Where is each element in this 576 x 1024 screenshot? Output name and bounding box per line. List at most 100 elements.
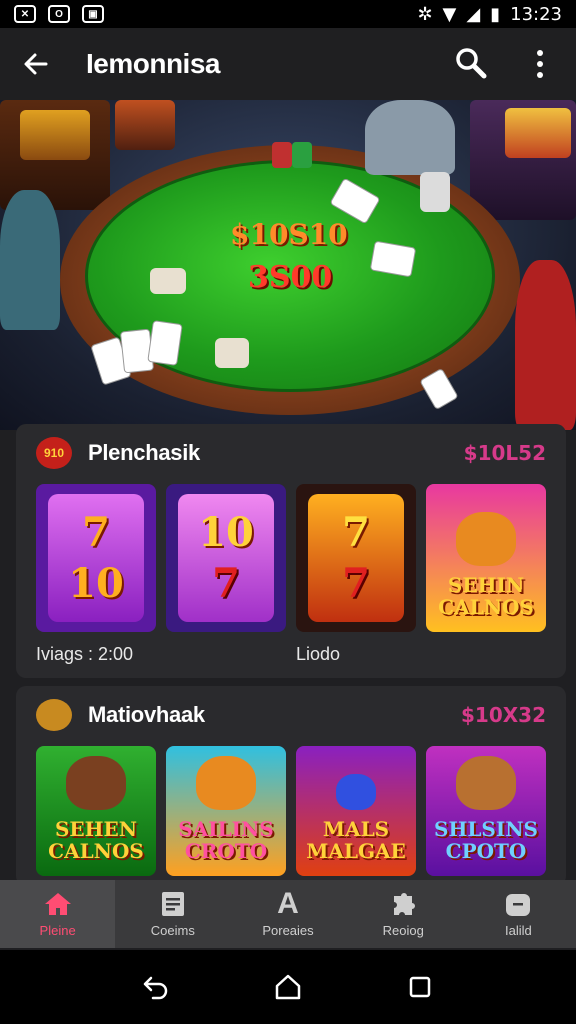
game-section-2: Matiovhaak $10X32 SEHEN CALNOS SAILINS C… xyxy=(16,686,566,886)
reel-symbol: 10 xyxy=(68,560,124,607)
tag-icon xyxy=(503,891,533,917)
game-tiles-row: SEHEN CALNOS SAILINS CROTO MALS MALGAE S… xyxy=(36,746,546,876)
game-label: SEHIN xyxy=(447,573,525,597)
search-icon[interactable] xyxy=(452,44,492,84)
letter-a-icon: A xyxy=(277,886,299,920)
page-title: Iemonnisa xyxy=(86,48,220,79)
nav-item-tag[interactable]: Ialild xyxy=(461,880,576,948)
nav-item-promos[interactable]: A Poreaies xyxy=(230,880,345,948)
reel-symbol: 10 xyxy=(198,509,254,556)
chip-stack xyxy=(272,142,292,168)
photo-icon: ✕ xyxy=(14,5,36,23)
nav-item-home[interactable]: Pleine xyxy=(0,880,116,948)
game-tile-slot[interactable]: 7 7 xyxy=(296,484,416,632)
player-top xyxy=(365,100,455,175)
nav-label: Poreaies xyxy=(262,922,314,938)
slot-machine-center xyxy=(115,100,175,150)
lion-badge-icon xyxy=(36,699,72,731)
home-icon xyxy=(43,891,73,917)
system-recents-icon[interactable] xyxy=(400,967,440,1007)
slot-reel: 7 10 xyxy=(48,494,144,622)
signal-icon: ◢ xyxy=(466,3,481,25)
game-tile[interactable]: SEHEN CALNOS xyxy=(36,746,156,876)
pot-amount-line1: $10S10 xyxy=(230,218,348,251)
game-tile[interactable]: SAILINS CROTO xyxy=(166,746,286,876)
slot-reel: 10 7 xyxy=(178,494,274,622)
game-section-1: 910 Plenchasik $10L52 7 10 10 7 7 7 SEHI… xyxy=(16,424,566,678)
chip-stack xyxy=(292,142,312,168)
game-label: CALNOS xyxy=(438,595,534,619)
system-home-icon[interactable] xyxy=(268,967,308,1007)
media-icon: ▣ xyxy=(82,5,104,23)
chip-stack xyxy=(150,268,186,294)
game-art: SEHEN CALNOS xyxy=(36,746,156,876)
slot-reel: 7 7 xyxy=(308,494,404,622)
game-label: SAILINS xyxy=(178,817,274,841)
game-label: SHLSINS xyxy=(434,817,538,841)
app-screen: ✕ O ▣ ✲ ▼ ◢ ▮ 13:23 Iemonnisa $10S10 3S0… xyxy=(0,0,576,1024)
nav-label: Pleine xyxy=(39,922,76,938)
puzzle-icon xyxy=(388,891,418,917)
reel-symbol: 7 xyxy=(342,560,370,607)
back-arrow-icon[interactable] xyxy=(16,44,56,84)
status-time: 13:23 xyxy=(510,3,562,25)
game-label: MALS xyxy=(322,817,390,841)
tiger-icon xyxy=(196,756,256,810)
notification-icon: O xyxy=(48,5,70,23)
section-amount: $10X32 xyxy=(461,703,546,727)
nav-label: Ialild xyxy=(505,922,532,938)
document-icon xyxy=(158,891,188,917)
game-tile-slot[interactable]: 7 10 xyxy=(36,484,156,632)
game-art: SAILINS CROTO xyxy=(166,746,286,876)
section-title: Plenchasik xyxy=(88,440,200,465)
game-label: MALGAE xyxy=(306,839,406,863)
system-nav-bar xyxy=(0,950,576,1024)
game-art: SHLSINS CPOTO xyxy=(426,746,546,876)
section-caption-left: Iviags : 2:00 xyxy=(36,644,134,664)
reel-symbol: 7 xyxy=(212,560,240,607)
nav-item-casinos[interactable]: Coeims xyxy=(115,880,230,948)
wifi-icon: ▼ xyxy=(442,3,457,25)
game-label: CROTO xyxy=(184,839,268,863)
cat-icon xyxy=(66,756,126,810)
nav-label: Reoiog xyxy=(382,922,424,938)
section-caption-mid: Liodo xyxy=(296,644,341,664)
slot-machine-right-screen xyxy=(505,108,571,158)
reel-symbol: 7 xyxy=(82,509,110,556)
gem-icon xyxy=(336,774,376,810)
chip-stack xyxy=(420,172,450,212)
reel-symbol: 7 xyxy=(342,509,370,556)
player-left xyxy=(0,190,60,330)
game-tile-tiger[interactable]: SEHIN CALNOS xyxy=(426,484,546,632)
chip-stack xyxy=(215,338,249,368)
tiger-icon xyxy=(456,512,516,566)
game-art: MALS MALGAE xyxy=(296,746,416,876)
battery-icon: ▮ xyxy=(490,3,501,25)
game-label: CPOTO xyxy=(445,839,527,863)
bottom-nav: Pleine Coeims A Poreaies Reoiog Ialild xyxy=(0,880,576,948)
nav-label: Coeims xyxy=(150,922,195,938)
nav-item-reviews[interactable]: Reoiog xyxy=(346,880,461,948)
more-vertical-icon[interactable] xyxy=(520,44,560,84)
game-tile-slot[interactable]: 10 7 xyxy=(166,484,286,632)
status-bar: ✕ O ▣ ✲ ▼ ◢ ▮ 13:23 xyxy=(0,0,576,28)
app-bar: Iemonnisa xyxy=(0,28,576,100)
system-back-icon[interactable] xyxy=(136,967,176,1007)
slot-machine-left-screen xyxy=(20,110,90,160)
section-title: Matiovhaak xyxy=(88,702,205,727)
game-label: CALNOS xyxy=(48,839,144,863)
game-tile[interactable]: SHLSINS CPOTO xyxy=(426,746,546,876)
game-tile[interactable]: MALS MALGAE xyxy=(296,746,416,876)
section-amount: $10L52 xyxy=(463,441,546,465)
game-label: SEHEN xyxy=(54,817,138,841)
game-tiles-row: 7 10 10 7 7 7 SEHIN CALNOS xyxy=(36,484,546,632)
section-header[interactable]: 910 Plenchasik $10L52 xyxy=(16,424,566,482)
hero-banner[interactable]: $10S10 3S00 xyxy=(0,100,576,430)
section-header[interactable]: Matiovhaak $10X32 xyxy=(16,686,566,744)
bluetooth-icon: ✲ xyxy=(417,3,433,25)
pot-amount-line2: 3S00 xyxy=(248,260,333,295)
game-art: SEHIN CALNOS xyxy=(426,484,546,632)
puma-icon xyxy=(456,756,516,810)
slot-badge-icon: 910 xyxy=(36,437,72,469)
playing-card xyxy=(147,320,183,366)
